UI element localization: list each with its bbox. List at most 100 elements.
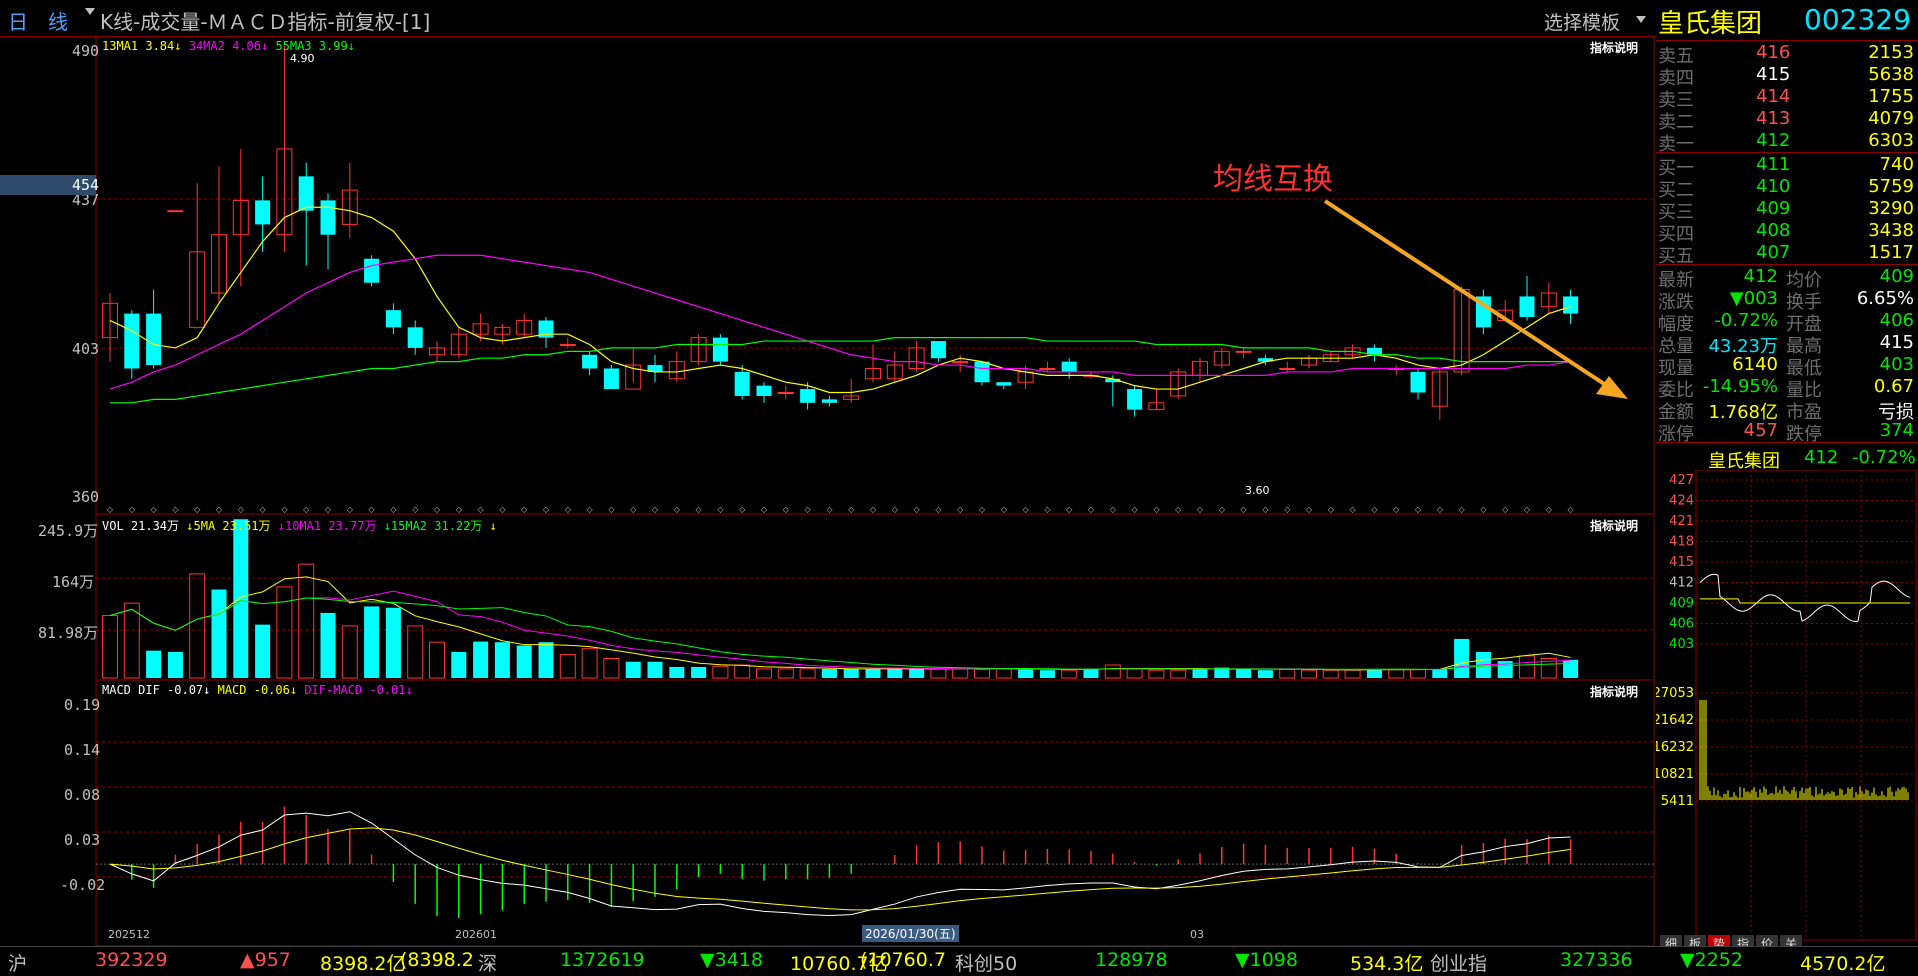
template-select-button[interactable]: 选择模板: [1544, 8, 1620, 35]
candle-body-down: [996, 382, 1011, 385]
stat-row: 金额 1.768亿 市盈 亏损: [1656, 398, 1918, 420]
date-marker: ◇: [478, 505, 485, 514]
date-marker: ◇: [1437, 505, 1444, 514]
volume-bar-up: [953, 669, 968, 678]
candle-body-up: [1040, 368, 1055, 369]
chevron-down-icon[interactable]: [1636, 16, 1646, 23]
ticker-item: ▼2252: [1680, 949, 1743, 971]
ticker-item: 沪: [8, 949, 27, 976]
mini-vol-y-label: 5411: [1661, 794, 1694, 809]
chart-title: K线-成交量-ＭＡＣＤ指标-前复权-[1]: [100, 6, 430, 35]
candle-body-down: [757, 386, 772, 396]
ticker-item: 深: [478, 949, 497, 976]
date-marker: ◇: [151, 505, 158, 514]
volume-bar-down: [451, 652, 466, 678]
stat-value: -14.95%: [1703, 376, 1778, 397]
ticker-item: 534.3亿: [1350, 949, 1423, 976]
date-marker: ◇: [1001, 505, 1008, 514]
buy-row: 买三 409 3290: [1656, 198, 1918, 220]
sell-row: 卖五 416 2153: [1656, 42, 1918, 64]
mini-price: 412: [1804, 447, 1838, 468]
date-marker: ◇: [848, 505, 855, 514]
volume-bar-down: [648, 662, 663, 678]
sell-volume: 5638: [1868, 64, 1914, 85]
mini-y-label: 424: [1669, 494, 1694, 509]
volume-bar-up: [1171, 670, 1186, 678]
date-marker: ◇: [1415, 505, 1422, 514]
volume-bar-up: [1127, 669, 1142, 678]
mini-y-label: 415: [1669, 555, 1694, 570]
mini-price-line: [1700, 574, 1910, 621]
stat-value: 6140: [1732, 354, 1778, 375]
market-ticker-bar: 沪 392329 ▲957 8398.2亿 (8398.2 深 1372619 ▼3418 10…: [0, 946, 1918, 974]
mini-vol-y-label: 16232: [1656, 740, 1694, 755]
mini-avg-line: [1700, 599, 1910, 603]
stat-label: 涨停: [1658, 420, 1694, 446]
volume-bar-up: [1062, 670, 1077, 678]
ticker-item: (8398.2: [400, 949, 474, 971]
volume-bar-down: [539, 642, 554, 678]
date-marker: ◇: [674, 505, 681, 514]
quote-header: 皇氏集团 002329: [1656, 0, 1918, 41]
volume-bar-up: [103, 616, 118, 678]
candle-body-down: [1411, 372, 1426, 393]
volume-bars: [103, 519, 1579, 678]
volume-bar-down: [386, 608, 401, 678]
volume-bar-down: [321, 613, 336, 678]
buy-volume: 1517: [1868, 242, 1914, 263]
ticker-item: 科创50: [955, 949, 1017, 976]
volume-bar-down: [1193, 669, 1208, 678]
volume-bar-up: [975, 670, 990, 678]
chevron-down-icon[interactable]: [85, 8, 95, 15]
indicator-help-button[interactable]: 指标说明: [1590, 683, 1638, 700]
volume-bar-up: [190, 574, 205, 678]
volume-bar-up: [1302, 670, 1317, 678]
volume-bar-up: [342, 626, 357, 678]
buy-row: 买二 410 5759: [1656, 176, 1918, 198]
date-marker: ◇: [587, 505, 594, 514]
date-marker: ◇: [107, 505, 114, 514]
indicator-help-button[interactable]: 指标说明: [1590, 39, 1638, 56]
date-marker: ◇: [347, 505, 354, 514]
buy-row: 买四 408 3438: [1656, 220, 1918, 242]
volume-bar-down: [887, 669, 902, 678]
date-marker: ◇: [565, 505, 572, 514]
quote-panel: 皇氏集团 002329 卖五 416 2153 卖四 415 5638 卖三 414 1755 卖…: [1656, 0, 1918, 973]
ma5-line: [110, 207, 1571, 392]
date-marker: ◇: [935, 505, 942, 514]
volume-bar-up: [1520, 656, 1535, 678]
volume-bar-up: [1280, 670, 1295, 678]
candle-body-down: [408, 327, 423, 348]
volume-bar-up: [560, 655, 575, 678]
intraday-mini-chart[interactable]: 427 424 421 418 415 412 409 406 403 27053 21642 162…: [1656, 470, 1918, 946]
volume-bar-up: [757, 669, 772, 678]
stat-value: 457: [1744, 420, 1778, 441]
date-marker: ◇: [1088, 505, 1095, 514]
period-selector[interactable]: 日 线: [8, 6, 68, 35]
date-marker: ◇: [1262, 505, 1269, 514]
volume-bar-down: [1084, 669, 1099, 678]
macd-series: [96, 806, 1654, 918]
date-marker: ◇: [826, 505, 833, 514]
buy-price: 410: [1756, 176, 1790, 197]
candle-body-down: [1062, 362, 1077, 372]
date-marker: ◇: [1328, 505, 1335, 514]
date-marker: ◇: [1393, 505, 1400, 514]
date-marker: ◇: [1110, 505, 1117, 514]
candle-body-down: [1127, 389, 1142, 410]
buy-price: 411: [1756, 154, 1790, 175]
date-marker: ◇: [870, 505, 877, 514]
volume-bar-down: [1258, 670, 1273, 678]
candle-body-down: [146, 314, 161, 365]
candle-body-down: [800, 389, 815, 403]
volume-bar-down: [1236, 669, 1251, 678]
buy-row: 买一 411 740: [1656, 154, 1918, 176]
ma10-line: [110, 255, 1571, 389]
chart-area[interactable]: ◇ ◇ ◇ ◇ ◇ ◇ ◇ ◇ ◇ ◇ ◇ ◇ ◇ ◇ ◇ ◇ ◇ ◇ ◇ ◇ ◇ ◇ ◇ ◇ ◇ ◇ ◇ ◇ ◇ ◇ ◇ ◇ ◇ ◇ ◇ ◇ ◇ ◇ ◇ ◇…: [0, 36, 1656, 946]
stat-value: 403: [1880, 354, 1914, 375]
buy-row: 买五 407 1517: [1656, 242, 1918, 264]
volume-bar-down: [517, 645, 532, 678]
volume-bar-up: [800, 669, 815, 678]
indicator-help-button[interactable]: 指标说明: [1590, 517, 1638, 534]
stat-value: 0.67: [1874, 376, 1914, 397]
